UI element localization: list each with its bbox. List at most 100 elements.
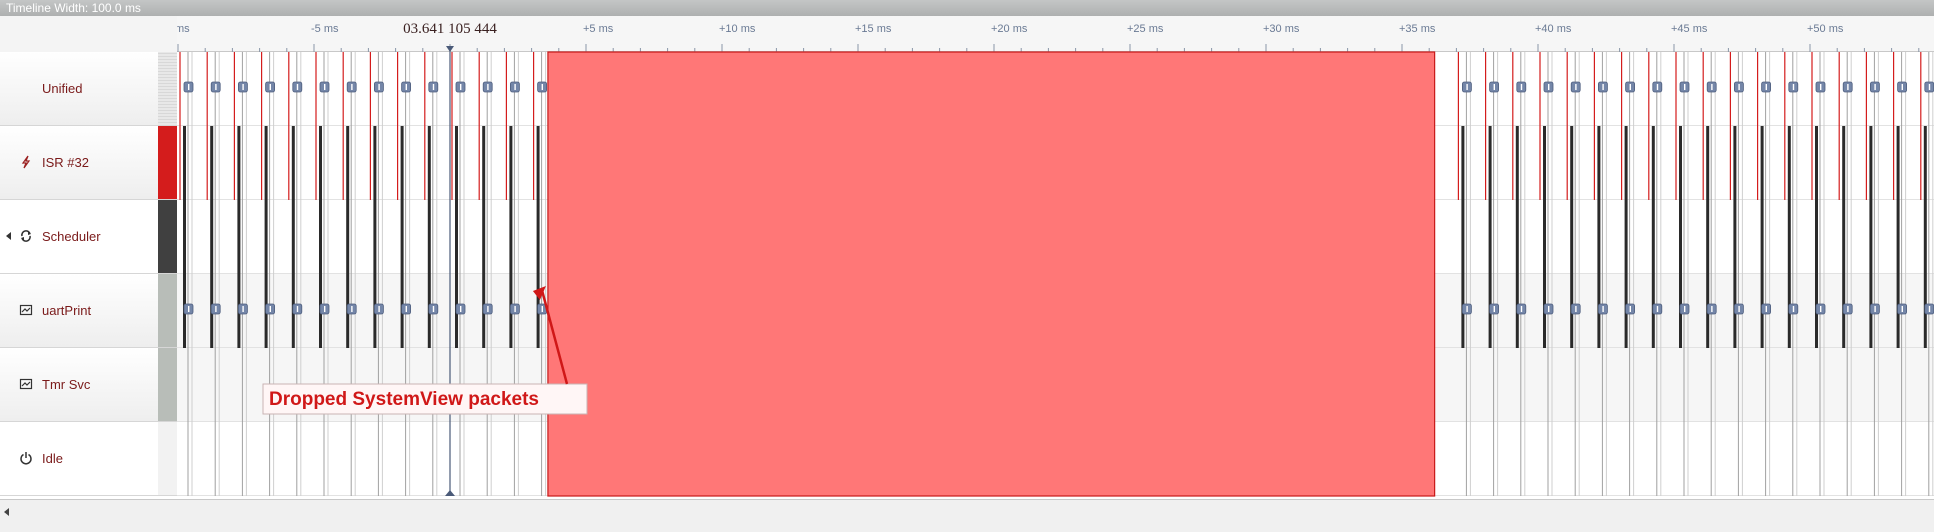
ruler-tick-label: +45 ms [1671, 23, 1708, 35]
collapse-arrow-icon[interactable] [6, 232, 11, 240]
track-color-strip-tmrsvc [158, 348, 177, 421]
task-icon [19, 303, 33, 317]
scheduler-event [1461, 126, 1465, 348]
info-badge-glyph [1548, 84, 1550, 90]
track-label-isr32: ISR #32 [42, 155, 89, 170]
ruler-tick-label: +10 ms [719, 23, 756, 35]
track-label-idle: Idle [42, 451, 63, 466]
scheduler-event [1733, 126, 1737, 348]
scheduler-event [291, 126, 295, 348]
track-row-uartprint[interactable]: uartPrint [0, 274, 177, 348]
track-row-unified[interactable]: Unified [0, 52, 177, 126]
track-color-strip-scheduler [158, 200, 177, 273]
info-badge-glyph [269, 306, 271, 312]
info-badge-glyph [514, 84, 516, 90]
timeline-canvas[interactable]: ms -5 ms +5 ms +10 ms +15 ms +20 ms +25 ms +30 … [150, 16, 1934, 499]
info-badge-glyph [1901, 84, 1903, 90]
ruler-tick-label: +40 ms [1535, 23, 1572, 35]
info-badge-glyph [1738, 306, 1740, 312]
task-icon [19, 377, 33, 391]
scheduler-event [455, 126, 458, 348]
info-badge-glyph [1847, 84, 1849, 90]
timeline-view[interactable]: ms -5 ms +5 ms +10 ms +15 ms +20 ms +25 ms +30 … [150, 16, 1934, 499]
timeline-title: Timeline Width: 100.0 ms [6, 1, 141, 15]
scheduler-event [210, 126, 214, 348]
dropped-packets-region[interactable] [547, 51, 1436, 497]
scheduler-event [536, 126, 540, 348]
info-badge-glyph [1684, 306, 1686, 312]
info-badge-glyph [1820, 84, 1822, 90]
scheduler-event [1923, 126, 1927, 348]
track-label-scheduler: Scheduler [42, 229, 101, 244]
track-row-scheduler[interactable]: Scheduler [0, 200, 177, 274]
scheduler-event [1679, 126, 1682, 348]
track-color-strip-uartprint [158, 274, 177, 347]
ruler-tick-label: +5 ms [583, 23, 614, 35]
info-badge-glyph [351, 84, 353, 90]
scroll-left-arrow-icon[interactable] [4, 508, 9, 516]
info-badge-glyph [296, 306, 299, 312]
timeline-title-bar: Timeline Width: 100.0 ms [0, 0, 1934, 16]
info-badge-glyph [1548, 306, 1550, 312]
annotation-text: Dropped SystemView packets [269, 389, 539, 410]
info-badge-glyph [215, 84, 217, 90]
info-badge-glyph [1466, 84, 1468, 90]
scheduler-event [1515, 126, 1519, 348]
info-badge-glyph [1602, 306, 1604, 312]
scheduler-event [1543, 126, 1546, 348]
info-badge-glyph [432, 84, 435, 90]
track-label-unified: Unified [42, 81, 83, 96]
info-badge-glyph [1711, 306, 1713, 312]
scheduler-event [427, 126, 431, 348]
info-badge-glyph [541, 306, 543, 312]
info-badge-glyph [1792, 306, 1795, 312]
ruler-tick-label: ms [177, 23, 190, 35]
info-badge-glyph [378, 84, 380, 90]
track-color-strip-unified [158, 52, 177, 125]
ruler-tick-label: +15 ms [855, 23, 892, 35]
info-badge-glyph [487, 84, 489, 90]
track-label-tmrsvc: Tmr Svc [42, 377, 91, 392]
scheduler-event [373, 126, 377, 348]
info-badge-glyph [324, 306, 326, 312]
info-badge-glyph [1765, 84, 1767, 90]
scheduler-event [1896, 126, 1900, 348]
scheduler-event [1651, 126, 1655, 348]
track-row-idle[interactable]: Idle [0, 422, 177, 496]
ruler-tick-label: +25 ms [1127, 23, 1164, 35]
scheduler-event [183, 126, 186, 348]
info-badge-glyph [351, 306, 353, 312]
scheduler-event [1760, 126, 1764, 348]
power-icon [19, 451, 33, 465]
info-badge-glyph [1847, 306, 1849, 312]
info-badge-glyph [296, 84, 299, 90]
ruler-tick-label: +30 ms [1263, 23, 1300, 35]
info-badge-glyph [1874, 84, 1876, 90]
info-badge-glyph [1711, 84, 1713, 90]
info-badge-glyph [269, 84, 271, 90]
track-row-isr32[interactable]: ISR #32 [0, 126, 177, 200]
info-badge-glyph [1820, 306, 1822, 312]
info-badge-glyph [1520, 306, 1523, 312]
horizontal-scrollbar[interactable] [0, 499, 1934, 532]
info-badge-glyph [1493, 306, 1495, 312]
cursor-time-label: 03.641 105 444 [403, 21, 497, 37]
info-badge-glyph [514, 306, 516, 312]
info-badge-glyph [1874, 306, 1876, 312]
info-badge-glyph [378, 306, 380, 312]
info-badge-glyph [1629, 84, 1631, 90]
lightning-icon [19, 155, 33, 169]
info-badge-glyph [541, 84, 543, 90]
ruler-tick-label: -5 ms [311, 23, 339, 35]
scheduler-event [1488, 126, 1492, 348]
track-color-strip-idle [158, 422, 177, 495]
info-badge-glyph [1575, 84, 1577, 90]
scheduler-event [509, 126, 513, 348]
track-row-tmrsvc[interactable]: Tmr Svc [0, 348, 177, 422]
scheduler-event [1706, 126, 1710, 348]
info-badge-glyph [405, 84, 407, 90]
info-badge-glyph [1738, 84, 1740, 90]
info-badge-glyph [188, 84, 190, 90]
ruler-tick-label: +50 ms [1807, 23, 1844, 35]
info-badge-glyph [405, 306, 407, 312]
